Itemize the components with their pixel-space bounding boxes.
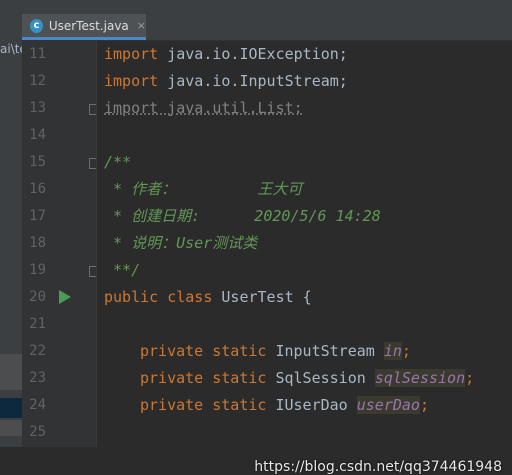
comment: * 作者： 王大可 xyxy=(104,180,303,198)
field-name: in xyxy=(383,342,402,360)
code-line-17[interactable]: * 创建日期: 2020/5/6 14:28 xyxy=(104,203,381,230)
code-line-19[interactable]: **/ xyxy=(104,257,140,284)
line-number: 20 xyxy=(29,289,46,305)
comment: /** xyxy=(104,153,132,171)
keyword: private static xyxy=(140,342,267,360)
editor-tab-bar: c UserTest.java × xyxy=(22,0,512,41)
line-number: 18 xyxy=(29,235,46,251)
semicolon: ; xyxy=(465,369,475,387)
keyword: public class xyxy=(104,288,213,306)
line-number: 13 xyxy=(29,100,46,116)
keyword: import xyxy=(104,45,159,63)
indent-guide xyxy=(96,41,97,447)
code-line-20[interactable]: public class UserTest { xyxy=(104,284,312,311)
line-number: 21 xyxy=(29,316,46,332)
comment: * 创建日期: 2020/5/6 14:28 xyxy=(104,207,381,225)
project-tree-row-selected[interactable] xyxy=(0,398,22,418)
java-class-icon: c xyxy=(30,18,43,33)
project-tree-row[interactable] xyxy=(0,420,22,436)
code-line-11[interactable]: import java.io.IOException; xyxy=(104,41,348,68)
code-line-16[interactable]: * 作者： 王大可 xyxy=(104,176,302,203)
field-name: sqlSession xyxy=(374,369,466,387)
code-text: java.io.InputStream; xyxy=(158,72,348,90)
project-panel-strip: ai\te xyxy=(0,0,22,447)
field-name: userDao xyxy=(356,396,420,414)
type-name: SqlSession xyxy=(266,369,375,387)
code-text: UserTest { xyxy=(212,288,312,306)
line-number: 15 xyxy=(29,154,46,170)
code-line-23[interactable]: private static SqlSession sqlSession; xyxy=(140,365,474,392)
line-number: 16 xyxy=(29,181,46,197)
code-line-13[interactable]: import java.util.List; xyxy=(104,95,303,122)
semicolon: ; xyxy=(401,342,411,360)
code-line-18[interactable]: * 说明：User测试类 xyxy=(104,230,257,257)
line-number: 11 xyxy=(29,46,46,62)
code-line-12[interactable]: import java.io.InputStream; xyxy=(104,68,348,95)
semicolon: ; xyxy=(419,396,429,414)
code-line-22[interactable]: private static InputStream in; xyxy=(140,338,411,365)
code-editor[interactable]: import java.io.IOException; import java.… xyxy=(96,41,512,475)
comment: * 说明：User测试类 xyxy=(104,234,258,252)
watermark-text: https://blog.csdn.net/qq374461948 xyxy=(254,459,502,475)
keyword: import xyxy=(104,72,159,90)
line-number: 25 xyxy=(29,424,46,440)
tab-usertest-java[interactable]: c UserTest.java × xyxy=(22,14,146,40)
run-icon[interactable] xyxy=(59,290,71,304)
comment: **/ xyxy=(104,261,141,279)
unused-import: import java.util.List; xyxy=(104,99,303,117)
project-path-fragment: ai\te xyxy=(0,42,22,56)
line-number: 22 xyxy=(29,343,46,359)
line-number: 14 xyxy=(29,127,46,143)
project-tree-row[interactable] xyxy=(0,354,22,390)
line-number: 24 xyxy=(29,397,46,413)
editor-gutter: 11 12 13 14 15 16 17 18 19 20 21 22 23 24 25 xyxy=(22,41,100,447)
close-icon[interactable]: × xyxy=(137,19,146,32)
keyword: private static xyxy=(140,396,267,414)
type-name: InputStream xyxy=(266,342,384,360)
code-line-24[interactable]: private static IUserDao userDao; xyxy=(140,392,429,419)
line-number: 19 xyxy=(29,262,46,278)
tab-label: UserTest.java xyxy=(48,18,129,33)
line-number: 17 xyxy=(29,208,46,224)
code-line-15[interactable]: /** xyxy=(104,149,131,176)
line-number: 12 xyxy=(29,73,46,89)
line-number: 23 xyxy=(29,370,46,386)
type-name: IUserDao xyxy=(266,396,357,414)
keyword: private static xyxy=(140,369,267,387)
code-text: java.io.IOException; xyxy=(158,45,348,63)
